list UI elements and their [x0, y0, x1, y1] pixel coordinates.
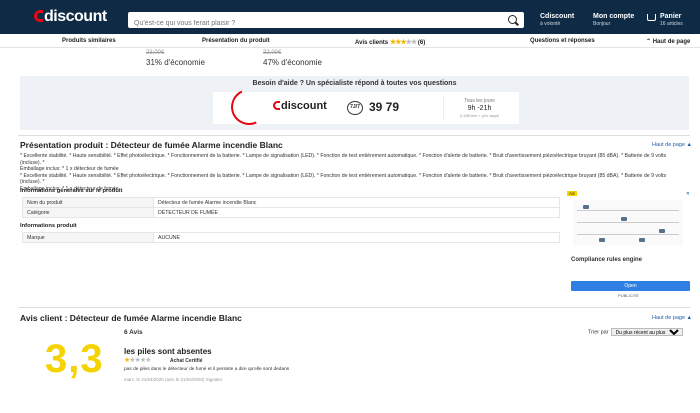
similar-item-economy-2: 32,00€ 47% d'économie: [263, 50, 322, 67]
site-header: discount Cdiscountà volonté Mon compteBo…: [0, 0, 700, 34]
sort-control: Trier par Du plus récent au plus ancien: [588, 328, 683, 336]
product-description: * Excellente stabilité. * Haute sensibil…: [20, 153, 667, 192]
help-brand-logo: discount: [273, 100, 327, 112]
ad-tag: Ad: [567, 191, 577, 196]
cdiscount-logo[interactable]: discount: [34, 8, 107, 26]
search-icon[interactable]: [508, 15, 517, 24]
product-info-heading: Informations produit: [20, 223, 77, 229]
phone-number[interactable]: 39 79: [369, 100, 399, 114]
ad-image[interactable]: [573, 200, 683, 246]
search-bar: [128, 12, 524, 32]
review-date: marc, le 21/04/2020 (avis le 21/04/2020)…: [124, 377, 223, 382]
average-score: 3,3: [45, 337, 104, 381]
general-info-table: Nom du produit Détecteur de fumée Alarme …: [22, 197, 560, 218]
tab-presentation[interactable]: Présentation du produit: [202, 38, 270, 44]
ad-title[interactable]: Compliance rules engine: [571, 257, 642, 263]
close-icon[interactable]: ✕: [686, 191, 690, 197]
divider: [18, 135, 690, 136]
presentation-title: Présentation produit : Détecteur de fumé…: [20, 140, 283, 150]
help-banner: Besoin d'aide ? Un spécialiste répond à …: [20, 76, 689, 131]
sort-select[interactable]: Du plus récent au plus ancien: [610, 328, 683, 336]
opening-hours: Tous les jours 9h -21h 0,15€/min + prix …: [443, 95, 515, 121]
cart-icon[interactable]: [647, 14, 656, 21]
logo-c-icon: [34, 10, 43, 22]
tab-questions[interactable]: Questions et réponses: [530, 38, 595, 44]
cdiscount-volonte-link[interactable]: Cdiscount à volonté: [540, 13, 574, 27]
advertisement: Ad ✕ Compliance rules engine Open PUBLIC…: [567, 191, 690, 301]
top-link-presentation[interactable]: Haut de page ▲: [652, 142, 692, 148]
table-row: Marque AUCUNE: [22, 232, 560, 243]
certified-badge: Achat Certifié: [170, 358, 203, 364]
general-info-heading: Informations générales sur le produit: [20, 188, 123, 194]
table-row: Nom du produit Détecteur de fumée Alarme …: [22, 197, 560, 208]
rating-stars-icon: ★★★★★: [389, 39, 417, 46]
hours-badge: 7J/7: [347, 101, 363, 115]
review-stars-icon: ★★★★★: [124, 357, 151, 364]
help-title: Besoin d'aide ? Un spécialiste répond à …: [252, 80, 457, 87]
similar-item-economy-1: 23,00€ 31% d'économie: [146, 50, 205, 67]
product-nav: Produits similaires Présentation du prod…: [0, 34, 700, 48]
search-input[interactable]: [128, 15, 498, 32]
table-row: Catégorie DÉTECTEUR DE FUMÉE: [22, 207, 560, 218]
tab-reviews[interactable]: Avis clients ★★★★★ (6): [355, 38, 425, 46]
tab-similar[interactable]: Produits similaires: [62, 38, 116, 44]
divider: [18, 307, 690, 308]
headset-decor-icon: [225, 83, 273, 131]
account-link[interactable]: Mon compte Bonjour: [593, 13, 634, 27]
review-title: les piles sont absentes: [124, 347, 212, 356]
product-info-table: Marque AUCUNE: [22, 232, 560, 243]
review-count: 6 Avis: [124, 329, 143, 336]
reviews-title: Avis client : Détecteur de fumée Alarme …: [20, 313, 242, 323]
tab-top[interactable]: ⌃ Haut de page: [646, 38, 690, 45]
help-card[interactable]: discount 7J/7 39 79 Tous les jours 9h -2…: [213, 83, 519, 131]
cart-link[interactable]: Panier 16 articles: [660, 13, 683, 27]
top-link-reviews[interactable]: Haut de page ▲: [652, 315, 692, 321]
ad-publicity-label: PUBLICITÉ: [618, 293, 639, 298]
review-body: pas de piles dans le détecteur de fumé e…: [124, 367, 290, 372]
chevron-up-icon: ⌃: [646, 39, 652, 45]
ad-open-button[interactable]: Open: [571, 281, 690, 291]
